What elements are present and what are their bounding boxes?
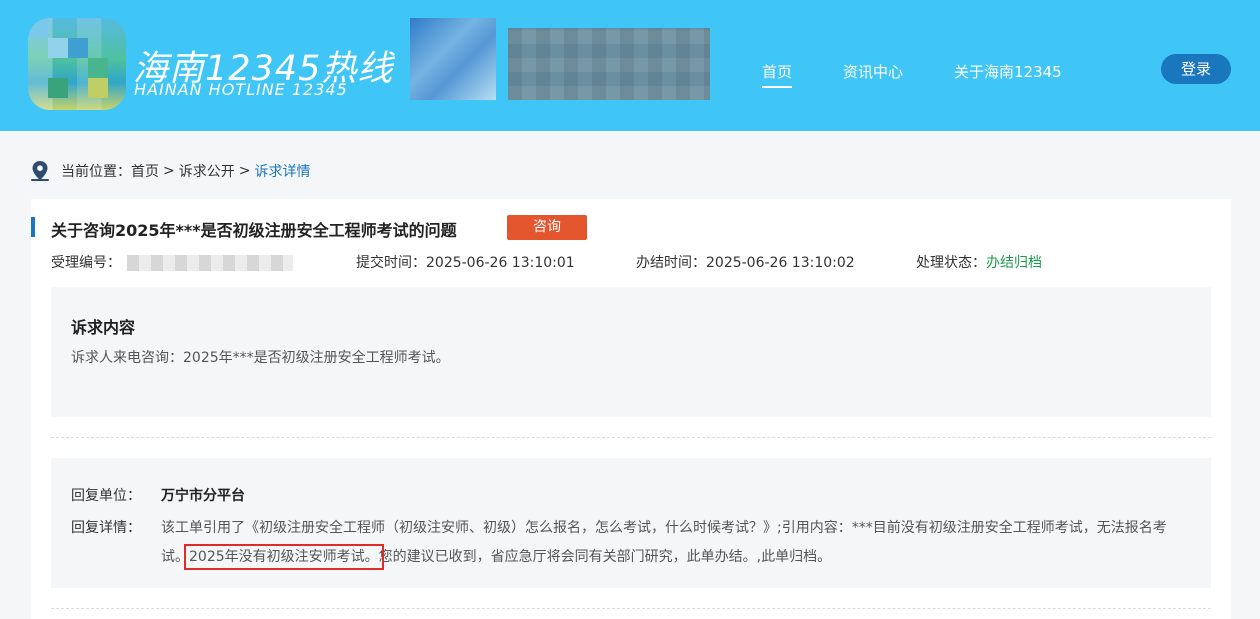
login-button[interactable]: 登录 — [1161, 54, 1231, 84]
request-content-panel: 诉求内容 诉求人来电咨询：2025年***是否初级注册安全工程师考试。 — [51, 287, 1211, 417]
case-number: 受理编号： — [51, 252, 293, 272]
close-time-label: 办结时间： — [636, 255, 706, 271]
nav-home[interactable]: 首页 — [762, 61, 793, 88]
breadcrumb-current: 诉求详情 — [254, 164, 311, 180]
location-pin-icon — [31, 161, 49, 181]
request-text: 诉求人来电咨询：2025年***是否初级注册安全工程师考试。 — [71, 350, 450, 366]
case-number-label: 受理编号： — [51, 255, 121, 271]
divider — [51, 608, 1211, 609]
breadcrumb: 当前位置： 首页 > 诉求公开 > 诉求详情 — [31, 160, 310, 182]
breadcrumb-home[interactable]: 首页 — [131, 161, 159, 181]
close-time-value: 2025-06-26 13:10:02 — [706, 255, 855, 271]
breadcrumb-public-requests[interactable]: 诉求公开 — [179, 161, 235, 181]
detail-card: 关于咨询2025年***是否初级注册安全工程师考试的问题 咨询 受理编号： 提交… — [31, 199, 1231, 619]
title-accent-bar — [31, 217, 35, 237]
request-heading: 诉求内容 — [71, 318, 136, 337]
process-status: 处理状态：办结归档 — [916, 252, 1042, 272]
submit-time: 提交时间：2025-06-26 13:10:01 — [356, 252, 575, 272]
submit-time-value: 2025-06-26 13:10:01 — [426, 255, 575, 271]
reply-detail-text: 该工单引用了《初级注册安全工程师（初级注安师、初级）怎么报名，怎么考试，什么时候… — [161, 514, 1191, 572]
reply-unit-row: 回复单位： 万宁市分平台 — [71, 485, 245, 505]
divider — [51, 437, 1211, 438]
close-time: 办结时间：2025-06-26 13:10:02 — [636, 252, 855, 272]
nav-news-center[interactable]: 资讯中心 — [843, 61, 903, 82]
reply-unit-label: 回复单位： — [71, 488, 141, 504]
nav-about[interactable]: 关于海南12345 — [954, 61, 1062, 82]
category-badge: 咨询 — [507, 215, 587, 240]
page-title: 关于咨询2025年***是否初级注册安全工程师考试的问题 — [51, 221, 457, 240]
breadcrumb-separator: > — [238, 163, 251, 179]
blurred-image — [410, 18, 496, 100]
reply-unit-value: 万宁市分平台 — [161, 488, 245, 504]
status-label: 处理状态： — [916, 255, 986, 271]
breadcrumb-separator: > — [163, 163, 175, 179]
brand-subtitle: HAINAN HOTLINE 12345 — [134, 80, 348, 99]
logo-image[interactable] — [28, 18, 126, 110]
reply-detail-label-row: 回复详情： — [71, 514, 161, 543]
blurred-banner — [508, 28, 710, 100]
breadcrumb-prefix: 当前位置： — [61, 164, 131, 180]
highlighted-reply-text: 2025年没有初级注安师考试。 — [184, 544, 384, 570]
submit-time-label: 提交时间： — [356, 255, 426, 271]
status-value: 办结归档 — [986, 255, 1042, 271]
reply-panel: 回复单位： 万宁市分平台 回复详情： 该工单引用了《初级注册安全工程师（初级注安师… — [51, 458, 1211, 588]
redacted-case-number — [127, 255, 293, 271]
reply-detail-part: 您的建议已收到，省应急厅将会同有关部门研究，此单办结。,此单归档。 — [378, 549, 832, 565]
reply-detail-label: 回复详情： — [71, 520, 141, 536]
site-header: 海南12345热线 HAINAN HOTLINE 12345 首页 资讯中心 关… — [0, 0, 1260, 131]
